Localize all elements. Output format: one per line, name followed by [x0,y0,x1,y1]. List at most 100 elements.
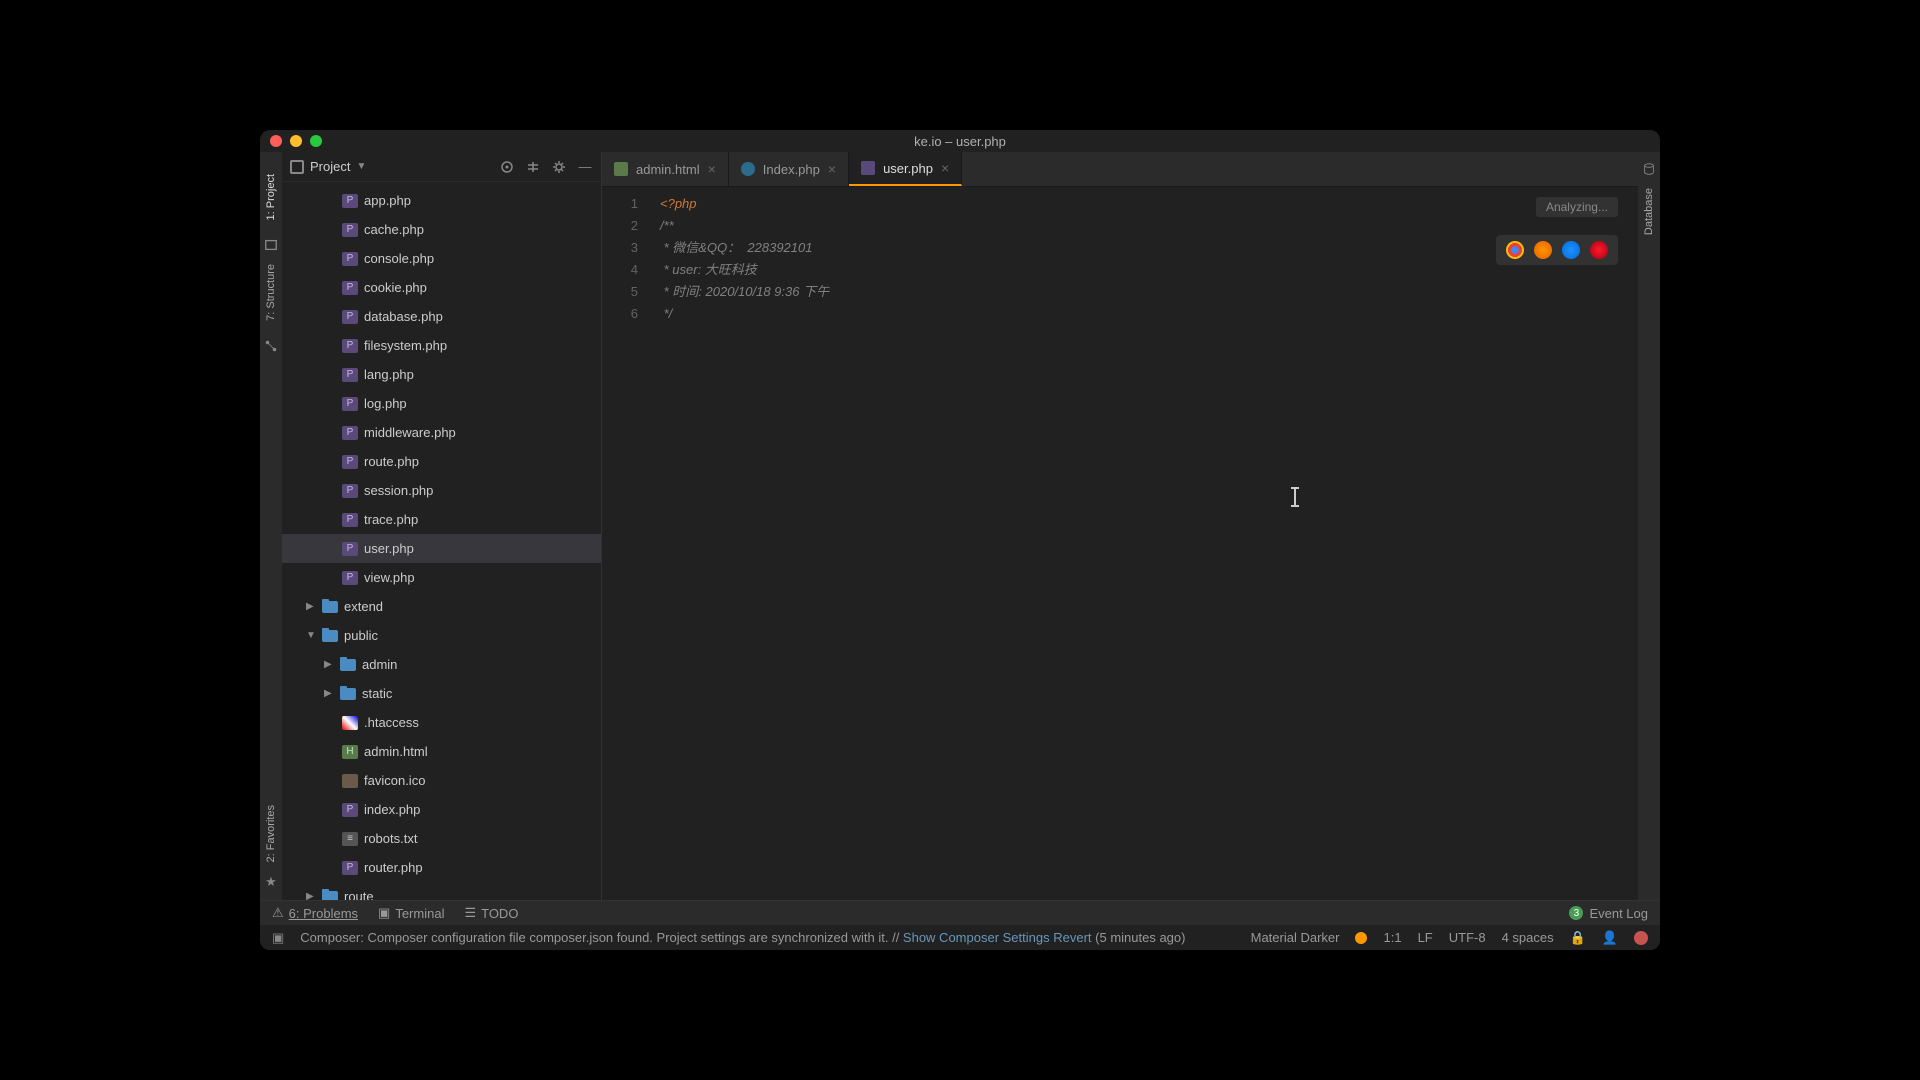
warning-icon: ⚠ [272,905,284,921]
project-sidebar: Project ▼ — Papp.php Pcache.php Pconsole… [282,152,602,900]
todo-tool[interactable]: ☰TODO [464,905,518,921]
file-app-php[interactable]: Papp.php [282,186,601,215]
code-content[interactable]: <?php /** * 微信&QQ： 228392101 * user: 大旺科… [652,187,1638,900]
terminal-tool[interactable]: ▣Terminal [378,905,444,921]
php-class-icon [741,162,755,176]
folder-extend[interactable]: ▶extend [282,592,601,621]
file-router-php[interactable]: Prouter.php [282,853,601,882]
file-encoding[interactable]: UTF-8 [1449,930,1486,945]
star-icon: ★ [265,874,277,890]
folder-icon [340,688,356,700]
file-session-php[interactable]: Psession.php [282,476,601,505]
project-dropdown[interactable]: Project ▼ [290,159,366,174]
sidebar-header: Project ▼ — [282,152,601,182]
terminal-icon: ▣ [378,905,390,921]
event-log-tool[interactable]: 3Event Log [1569,906,1648,921]
folder-route[interactable]: ▶route [282,882,601,900]
chevron-right-icon: ▶ [306,891,316,900]
file-log-php[interactable]: Plog.php [282,389,601,418]
close-window-button[interactable] [270,135,282,147]
minimize-window-button[interactable] [290,135,302,147]
close-tab-icon[interactable]: × [708,161,716,177]
tab-index-php[interactable]: Index.php× [729,152,849,186]
php-file-icon: P [342,194,358,208]
analyzing-badge: Analyzing... [1536,197,1618,217]
file-user-php[interactable]: Puser.php [282,534,601,563]
chrome-icon[interactable] [1506,241,1524,259]
inspection-icon[interactable]: 👤 [1602,930,1618,946]
database-tool-tab[interactable]: Database [1643,188,1655,235]
editor-area: admin.html× Index.php× user.php× 1 2 3 4… [602,152,1638,900]
php-file-icon: P [342,513,358,527]
locate-icon[interactable] [499,159,515,175]
folder-static[interactable]: ▶static [282,679,601,708]
file-htaccess[interactable]: .htaccess [282,708,601,737]
file-tree[interactable]: Papp.php Pcache.php Pconsole.php Pcookie… [282,182,601,900]
safari-icon[interactable] [1562,241,1580,259]
php-file-icon: P [342,861,358,875]
php-file-icon: P [342,223,358,237]
sidebar-title: Project [310,159,350,174]
project-tool-tab[interactable]: 1: Project [265,174,277,220]
file-favicon-ico[interactable]: favicon.ico [282,766,601,795]
close-tab-icon[interactable]: × [828,161,836,177]
file-cache-php[interactable]: Pcache.php [282,215,601,244]
file-index-php[interactable]: Pindex.php [282,795,601,824]
php-file-icon: P [342,281,358,295]
file-middleware-php[interactable]: Pmiddleware.php [282,418,601,447]
txt-file-icon: ≡ [342,832,358,846]
file-robots-txt[interactable]: ≡robots.txt [282,824,601,853]
php-file-icon: P [342,455,358,469]
folder-public[interactable]: ▼public [282,621,601,650]
file-database-php[interactable]: Pdatabase.php [282,302,601,331]
status-bar: ▣ Composer: Composer configuration file … [260,925,1660,950]
file-trace-php[interactable]: Ptrace.php [282,505,601,534]
project-panel-icon [264,238,278,252]
close-tab-icon[interactable]: × [941,160,949,176]
maximize-window-button[interactable] [310,135,322,147]
window-title: ke.io – user.php [914,134,1006,149]
revert-link[interactable]: Revert [1053,930,1091,945]
file-cookie-php[interactable]: Pcookie.php [282,273,601,302]
cursor-position[interactable]: 1:1 [1383,930,1401,945]
problems-tool[interactable]: ⚠6: Problems [272,905,358,921]
hide-icon[interactable]: — [577,159,593,175]
error-indicator-icon[interactable] [1634,931,1648,945]
file-view-php[interactable]: Pview.php [282,563,601,592]
html-file-icon [614,162,628,176]
line-separator[interactable]: LF [1418,930,1433,945]
favorites-tool-tab[interactable]: 2: Favorites [265,805,277,862]
php-file-icon: P [342,426,358,440]
show-composer-link[interactable]: Show Composer Settings [903,930,1050,945]
chevron-right-icon: ▶ [324,688,334,699]
titlebar: ke.io – user.php [260,130,1660,152]
database-icon [1642,162,1656,176]
opera-icon[interactable] [1590,241,1608,259]
chevron-right-icon: ▶ [306,601,316,612]
indent-setting[interactable]: 4 spaces [1502,930,1554,945]
panel-toggle-icon[interactable]: ▣ [272,930,284,946]
tab-user-php[interactable]: user.php× [849,152,962,186]
firefox-icon[interactable] [1534,241,1552,259]
expand-icon[interactable] [525,159,541,175]
folder-icon [322,891,338,901]
file-admin-html[interactable]: Hadmin.html [282,737,601,766]
chevron-down-icon: ▼ [356,161,366,172]
file-lang-php[interactable]: Plang.php [282,360,601,389]
file-console-php[interactable]: Pconsole.php [282,244,601,273]
structure-tool-tab[interactable]: 7: Structure [265,264,277,321]
project-view-icon [290,160,304,174]
tab-admin-html[interactable]: admin.html× [602,152,729,186]
editor-body[interactable]: 1 2 3 4 5 6 <?php /** * 微信&QQ： 228392101… [602,187,1638,900]
lock-icon[interactable]: 🔒 [1570,930,1586,946]
folder-icon [340,659,356,671]
theme-label[interactable]: Material Darker [1251,930,1340,945]
php-file-icon: P [342,542,358,556]
file-route-php[interactable]: Proute.php [282,447,601,476]
folder-admin[interactable]: ▶admin [282,650,601,679]
file-filesystem-php[interactable]: Pfilesystem.php [282,331,601,360]
status-message: Composer: Composer configuration file co… [300,930,1234,945]
structure-panel-icon [264,339,278,353]
gear-icon[interactable] [551,159,567,175]
bottom-tool-bar: ⚠6: Problems ▣Terminal ☰TODO 3Event Log [260,900,1660,925]
